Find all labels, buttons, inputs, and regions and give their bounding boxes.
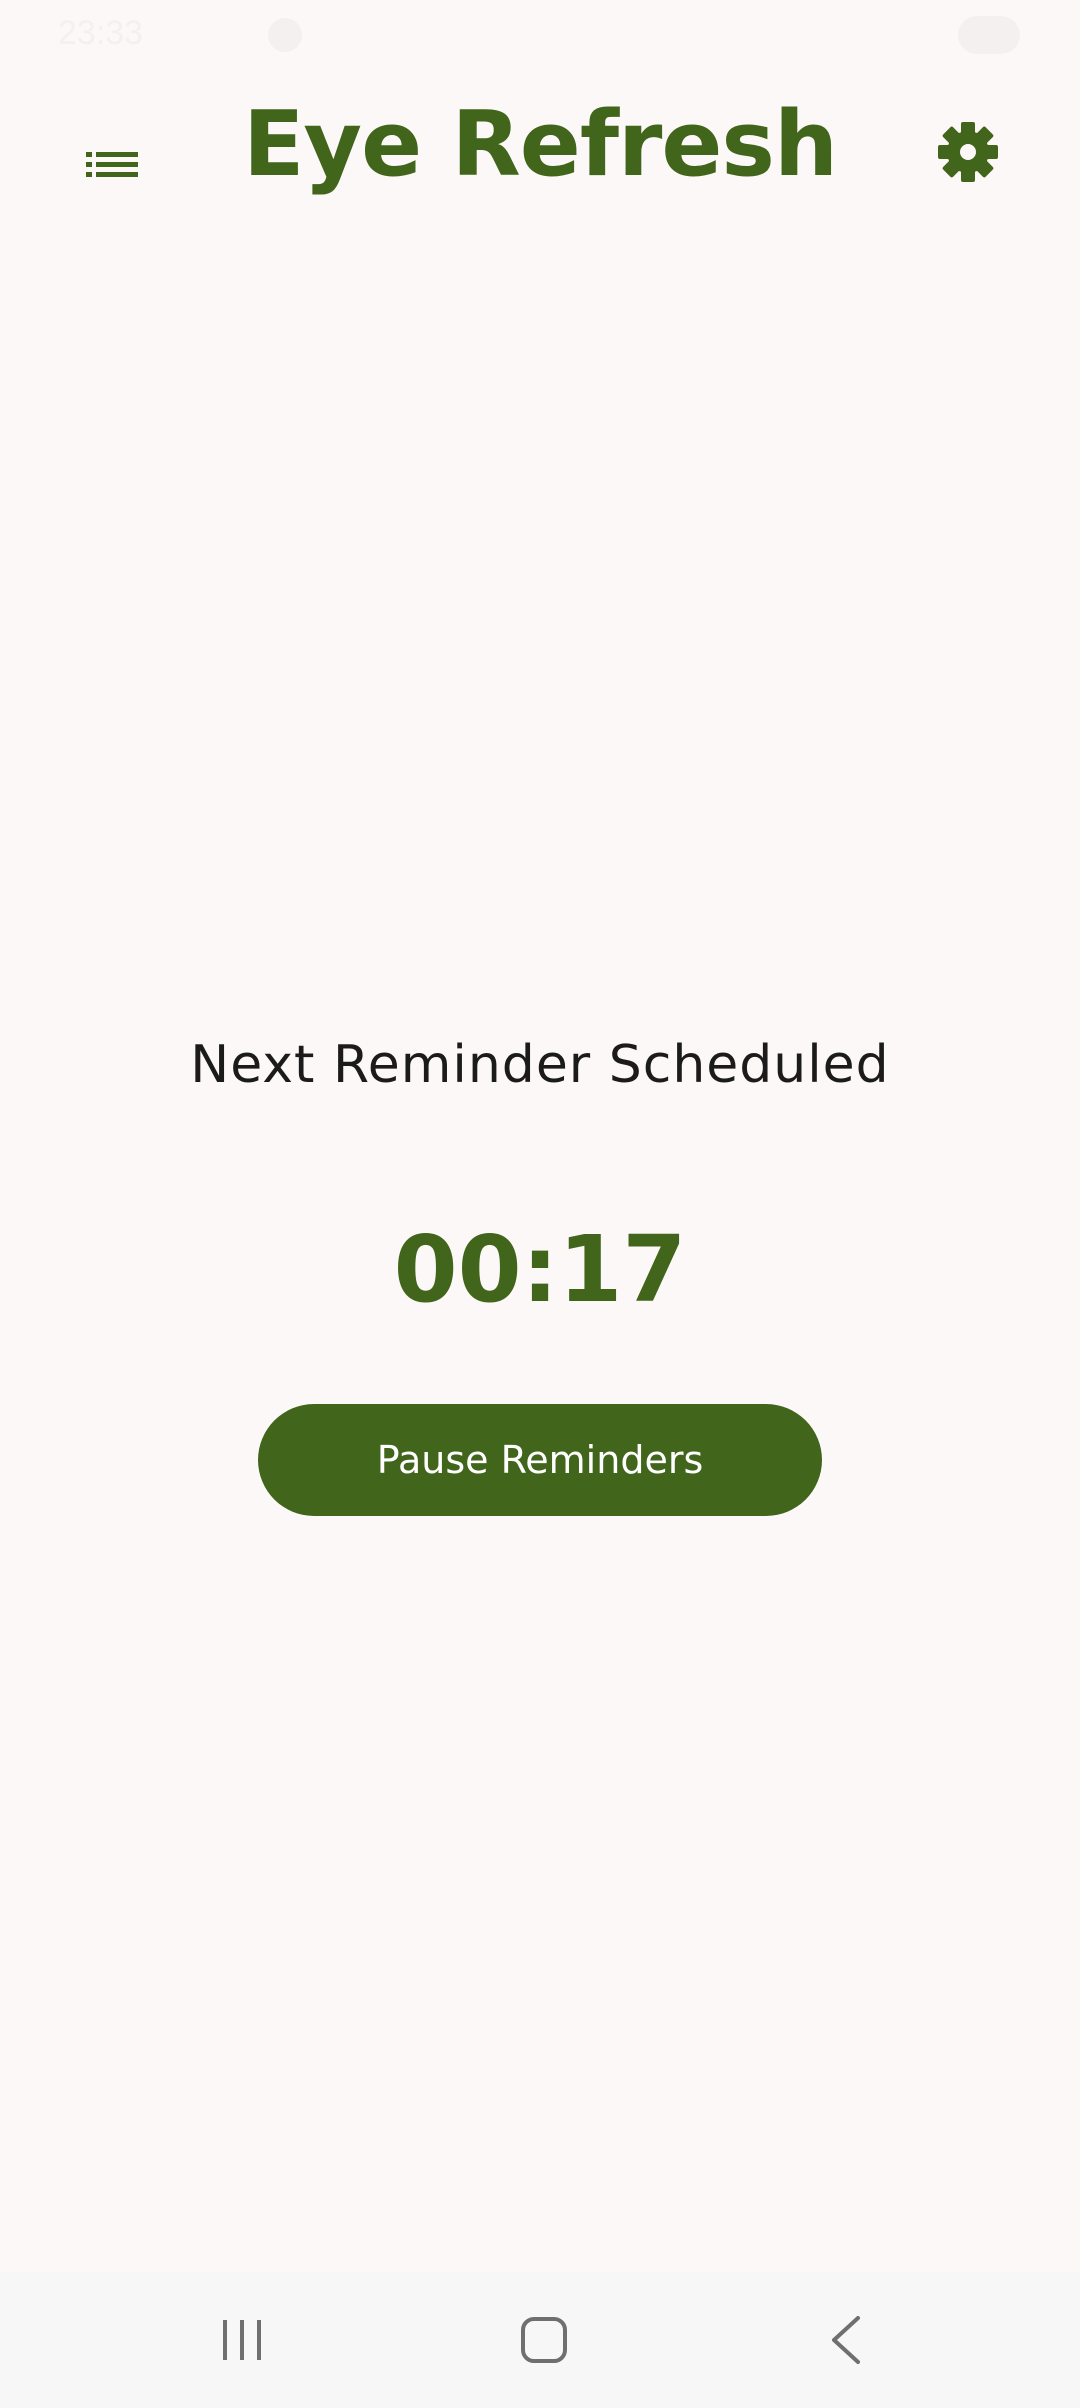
status-time: 23:33 bbox=[58, 14, 144, 52]
status-bar: 23:33 bbox=[0, 0, 1080, 70]
pause-reminders-button[interactable]: Pause Reminders bbox=[258, 1404, 822, 1516]
next-reminder-label: Next Reminder Scheduled bbox=[190, 1035, 890, 1095]
back-icon bbox=[832, 2316, 860, 2364]
recents-button[interactable] bbox=[194, 2292, 290, 2388]
home-icon bbox=[521, 2317, 567, 2363]
navigation-bar bbox=[0, 2272, 1080, 2408]
home-button[interactable] bbox=[496, 2292, 592, 2388]
countdown-timer: 00:17 bbox=[393, 1216, 687, 1323]
app-bar: Eye Refresh bbox=[0, 70, 1080, 210]
battery-icon bbox=[958, 16, 1020, 54]
recents-icon bbox=[223, 2320, 261, 2360]
back-button[interactable] bbox=[798, 2292, 894, 2388]
settings-button[interactable] bbox=[916, 100, 1020, 204]
notification-icon bbox=[268, 18, 302, 52]
gear-icon bbox=[938, 122, 998, 182]
